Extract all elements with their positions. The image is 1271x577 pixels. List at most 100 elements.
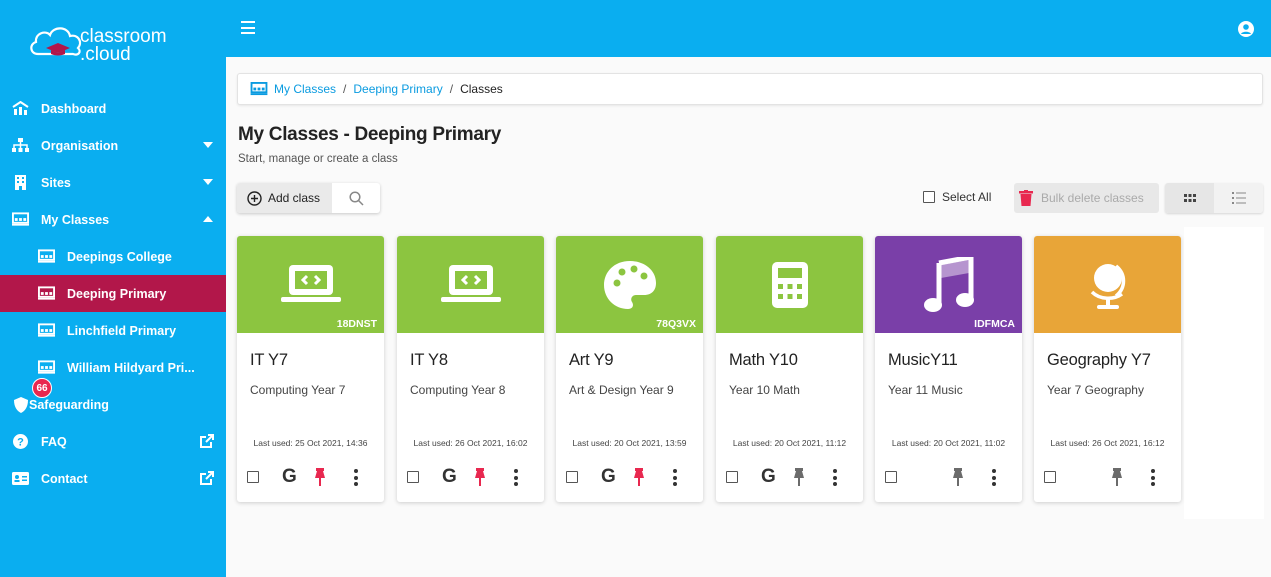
- google-classroom-icon[interactable]: G: [601, 466, 616, 488]
- card-header: 18DNST: [237, 236, 384, 333]
- class-card[interactable]: IT Y8 Computing Year 8 Last used: 26 Oct…: [397, 236, 544, 502]
- select-all[interactable]: Select All: [923, 190, 991, 204]
- select-all-label: Select All: [942, 190, 992, 204]
- class-code: IDFMCA: [974, 318, 1015, 330]
- card-header: 78Q3VX: [556, 236, 703, 333]
- card-select-checkbox[interactable]: [885, 471, 897, 483]
- more-options-icon[interactable]: [832, 468, 838, 486]
- sitemap-icon: [12, 138, 29, 153]
- top-bar: [226, 0, 1271, 57]
- card-title: Math Y10: [729, 351, 798, 369]
- card-title: IT Y8: [410, 351, 448, 369]
- laptop-code-icon: [280, 264, 341, 302]
- google-classroom-icon[interactable]: G: [282, 466, 297, 488]
- card-description: Art & Design Year 9: [569, 383, 674, 397]
- building-icon: [12, 175, 29, 190]
- card-title: IT Y7: [250, 351, 288, 369]
- globe-icon: [1090, 263, 1125, 309]
- chevron-up-icon: [203, 216, 213, 222]
- sidebar-item-label: Dashboard: [41, 101, 107, 116]
- card-header: [716, 236, 863, 333]
- class-card[interactable]: Math Y10 Year 10 Math Last used: 20 Oct …: [716, 236, 863, 502]
- more-options-icon[interactable]: [991, 468, 997, 486]
- view-toggle: [1165, 183, 1263, 213]
- search-button[interactable]: [332, 183, 380, 213]
- sidebar-item-label: FAQ: [41, 434, 67, 449]
- card-title: MusicY11: [888, 351, 958, 369]
- blank-panel: [1184, 227, 1264, 519]
- app-root: classroom .cloud Dashboard Organisation: [0, 0, 1271, 577]
- pin-icon[interactable]: [1110, 468, 1124, 486]
- card-actions: G: [726, 466, 856, 488]
- class-code: 18DNST: [336, 318, 377, 330]
- grid-view-button[interactable]: [1165, 183, 1214, 213]
- sidebar-item-organisation[interactable]: Organisation: [0, 127, 226, 164]
- pin-icon[interactable]: [792, 468, 806, 486]
- card-header: IDFMCA: [875, 236, 1022, 333]
- classroom-icon: [38, 360, 55, 375]
- bulk-delete-button[interactable]: Bulk delete classes: [1014, 183, 1159, 213]
- sidebar-item-deeping-primary[interactable]: Deeping Primary: [0, 275, 226, 312]
- svg-text:?: ?: [17, 437, 24, 449]
- add-class-button[interactable]: Add class: [237, 183, 333, 213]
- pin-icon[interactable]: [473, 468, 487, 486]
- sidebar-item-sites[interactable]: Sites: [0, 164, 226, 201]
- sidebar-item-contact[interactable]: Contact: [0, 460, 226, 497]
- page-subtitle: Start, manage or create a class: [238, 153, 398, 165]
- user-account-icon[interactable]: [1238, 21, 1254, 37]
- google-classroom-icon[interactable]: G: [442, 466, 457, 488]
- cloud-logo-icon: [30, 27, 82, 56]
- google-classroom-icon[interactable]: G: [761, 466, 776, 488]
- pin-icon[interactable]: [632, 468, 646, 486]
- card-select-checkbox[interactable]: [1044, 471, 1056, 483]
- card-select-checkbox[interactable]: [566, 471, 578, 483]
- sidebar-item-dashboard[interactable]: Dashboard: [0, 90, 226, 127]
- sidebar-item-safeguarding[interactable]: 66 Safeguarding: [0, 378, 226, 423]
- sidebar-item-label: Safeguarding: [29, 397, 109, 412]
- card-actions: G: [407, 466, 537, 488]
- select-all-checkbox[interactable]: [923, 191, 935, 203]
- breadcrumb-link-my-classes[interactable]: My Classes: [274, 82, 336, 96]
- search-icon: [348, 190, 364, 206]
- sidebar-item-label: Linchfield Primary: [67, 323, 177, 338]
- breadcrumb-link-deeping-primary[interactable]: Deeping Primary: [353, 82, 442, 96]
- card-description: Year 11 Music: [888, 383, 963, 397]
- contact-card-icon: [12, 471, 29, 486]
- music-note-icon: [923, 256, 974, 312]
- card-header: [397, 236, 544, 333]
- bulk-delete-label: Bulk delete classes: [1041, 191, 1144, 205]
- more-options-icon[interactable]: [513, 468, 519, 486]
- card-last-used: Last used: 25 Oct 2021, 14:36: [253, 438, 368, 448]
- sidebar-item-deepings-college[interactable]: Deepings College: [0, 238, 226, 275]
- more-options-icon[interactable]: [672, 468, 678, 486]
- card-select-checkbox[interactable]: [247, 471, 259, 483]
- sidebar-item-my-classes[interactable]: My Classes: [0, 201, 226, 238]
- plus-circle-icon: [247, 190, 262, 206]
- sidebar-item-label: Contact: [41, 471, 88, 486]
- list-view-button[interactable]: [1214, 183, 1263, 213]
- card-select-checkbox[interactable]: [407, 471, 419, 483]
- card-description: Computing Year 7: [250, 383, 346, 397]
- class-card[interactable]: 78Q3VX Art Y9 Art & Design Year 9 Last u…: [556, 236, 703, 502]
- class-card[interactable]: Geography Y7 Year 7 Geography Last used:…: [1034, 236, 1181, 502]
- class-card[interactable]: IDFMCA MusicY11 Year 11 Music Last used:…: [875, 236, 1022, 502]
- class-toolbar: Add class: [237, 183, 381, 213]
- calculator-icon: [771, 261, 808, 308]
- more-options-icon[interactable]: [1150, 468, 1156, 486]
- hamburger-menu-icon[interactable]: [241, 21, 255, 34]
- sidebar-item-faq[interactable]: ? FAQ: [0, 423, 226, 460]
- sidebar-item-label: William Hildyard Pri...: [67, 360, 195, 375]
- logo[interactable]: classroom .cloud: [28, 20, 178, 70]
- logo-line2: .cloud: [80, 44, 131, 65]
- pin-icon[interactable]: [951, 468, 965, 486]
- card-select-checkbox[interactable]: [726, 471, 738, 483]
- sidebar-item-label: Sites: [41, 175, 71, 190]
- sidebar-item-label: Deepings College: [67, 249, 172, 264]
- breadcrumb-separator: /: [449, 82, 454, 96]
- laptop-code-icon: [440, 264, 501, 302]
- class-card[interactable]: 18DNST IT Y7 Computing Year 7 Last used:…: [237, 236, 384, 502]
- classroom-icon: [38, 286, 55, 301]
- sidebar-item-linchfield-primary[interactable]: Linchfield Primary: [0, 312, 226, 349]
- pin-icon[interactable]: [313, 468, 327, 486]
- more-options-icon[interactable]: [353, 468, 359, 486]
